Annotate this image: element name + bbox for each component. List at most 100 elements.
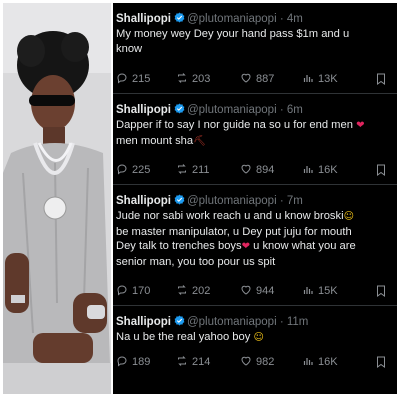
tweet-text: Jude nor sabi work reach u and u know br… [116, 209, 397, 269]
tweet-divider [113, 305, 397, 306]
author-name[interactable]: Shallipopi [116, 316, 171, 328]
tweet-header: Shallipopi @plutomaniapopi · 11m [116, 315, 308, 329]
tweet-line-text: Dapper if to say I nor guide na so u for… [116, 119, 357, 131]
reply-button[interactable]: 189 [116, 355, 150, 369]
repost-icon [178, 285, 186, 295]
handle-and-time[interactable]: @plutomaniapopi · 7m [187, 195, 303, 207]
tweet-line: Dey talk to trenches boys❤ u know what y… [116, 239, 397, 255]
repost-count: 202 [192, 285, 211, 297]
pick-emoji: ⛏ [193, 135, 206, 147]
tweet-line-text: u know what you are [250, 240, 356, 253]
tweet-actions: 215 203 887 13K [116, 72, 386, 86]
tweet-4[interactable]: Shallipopi @plutomaniapopi · 11m Na u be … [113, 315, 397, 385]
tweet-line: Jude nor sabi work reach u and u know br… [116, 209, 397, 225]
repost-count: 203 [192, 73, 211, 85]
tweet-2[interactable]: Shallipopi @plutomaniapopi · 6m Dapper if… [113, 103, 397, 183]
bookmark-icon [377, 73, 385, 85]
views-count: 15K [318, 285, 338, 297]
views-button[interactable]: 13K [302, 72, 338, 86]
handle-and-time[interactable]: @plutomaniapopi · 11m [187, 316, 308, 328]
tweet-line: be master manipulator, u Dey put juju fo… [116, 225, 352, 238]
verified-badge-icon [174, 103, 185, 114]
bookmark-icon [377, 356, 385, 368]
repost-button[interactable]: 214 [176, 355, 210, 369]
repost-icon [178, 356, 186, 366]
reply-count: 189 [132, 356, 151, 368]
like-icon [241, 164, 251, 174]
author-name[interactable]: Shallipopi [116, 195, 171, 207]
broken-heart-emoji: ❤ [241, 241, 250, 253]
views-button[interactable]: 16K [302, 355, 338, 369]
verified-badge-icon [174, 315, 185, 326]
like-icon [241, 356, 251, 366]
reply-button[interactable]: 225 [116, 163, 150, 177]
repost-button[interactable]: 202 [176, 284, 210, 298]
repost-icon [178, 73, 186, 83]
reply-icon [117, 73, 127, 84]
bookmark-button[interactable] [376, 163, 386, 181]
views-icon [303, 287, 313, 294]
views-icon [303, 75, 313, 82]
author-name[interactable]: Shallipopi [116, 13, 171, 25]
bookmark-button[interactable] [376, 355, 386, 373]
reply-count: 215 [132, 73, 151, 85]
reply-count: 225 [132, 164, 151, 176]
repost-button[interactable]: 203 [176, 72, 210, 86]
bookmark-icon [377, 285, 385, 297]
tweet-line: men mount sha⛏ [116, 134, 397, 150]
tweet-line-text: men mount sha [116, 134, 194, 147]
tweet-line-text: Dey talk to trenches boys [116, 240, 242, 253]
tweet-line: Na u be the real yahoo boy ☺ [116, 330, 397, 346]
reply-button[interactable]: 170 [116, 284, 150, 298]
artist-photo [3, 3, 111, 394]
laughing-emoji: ☺ [343, 211, 355, 222]
laughing-emoji: ☺ [253, 332, 264, 343]
tweet-line-text: Na u be the real yahoo boy [116, 331, 254, 343]
views-count: 16K [318, 356, 338, 368]
like-button[interactable]: 887 [240, 72, 274, 86]
repost-button[interactable]: 211 [176, 163, 210, 177]
views-button[interactable]: 16K [302, 163, 338, 177]
reply-button[interactable]: 215 [116, 72, 150, 86]
like-button[interactable]: 894 [240, 163, 274, 177]
like-button[interactable]: 944 [240, 284, 274, 298]
reply-icon [117, 285, 127, 296]
tweet-divider [113, 93, 397, 94]
like-count: 894 [256, 164, 275, 176]
views-count: 13K [318, 73, 338, 85]
tweet-feed: Shallipopi @plutomaniapopi · 4m My money … [113, 3, 397, 394]
tweet-text: Na u be the real yahoo boy ☺ [116, 330, 397, 346]
author-name[interactable]: Shallipopi [116, 104, 171, 116]
artist-photo-illustration [3, 3, 111, 394]
tweet-3[interactable]: Shallipopi @plutomaniapopi · 7m Jude nor … [113, 194, 397, 304]
bookmark-button[interactable] [376, 72, 386, 90]
verified-badge-icon [174, 12, 185, 23]
tweet-line: Dapper if to say I nor guide na so u for… [116, 118, 397, 134]
like-icon [241, 73, 251, 83]
views-button[interactable]: 15K [302, 284, 338, 298]
tweet-actions: 170 202 944 15K [116, 284, 386, 298]
tweet-line: senior man, you too pour us spit [116, 255, 276, 268]
tweet-header: Shallipopi @plutomaniapopi · 6m [116, 103, 303, 117]
tweet-line-text: Jude nor sabi work reach u and u know br… [116, 210, 344, 222]
tweet-actions: 225 211 894 16K [116, 163, 386, 177]
bookmark-icon [377, 164, 385, 176]
tweet-header: Shallipopi @plutomaniapopi · 4m [116, 12, 303, 26]
verified-badge-icon [174, 194, 185, 205]
tweet-text: Dapper if to say I nor guide na so u for… [116, 118, 397, 149]
broken-heart-emoji: ❤ [356, 120, 365, 131]
handle-and-time[interactable]: @plutomaniapopi · 4m [187, 13, 303, 25]
tweet-line: know [116, 42, 143, 55]
bookmark-button[interactable] [376, 284, 386, 302]
tweet-divider [113, 184, 397, 185]
like-count: 887 [256, 73, 275, 85]
tweet-1[interactable]: Shallipopi @plutomaniapopi · 4m My money … [113, 12, 397, 92]
like-button[interactable]: 982 [240, 355, 274, 369]
reply-icon [117, 164, 127, 175]
reply-icon [117, 356, 127, 367]
handle-and-time[interactable]: @plutomaniapopi · 6m [187, 104, 303, 116]
repost-count: 211 [192, 164, 210, 176]
tweet-line: My money wey Dey your hand pass $1m and … [116, 28, 350, 40]
tweet-text: My money wey Dey your hand pass $1m and … [116, 27, 397, 56]
tweet-header: Shallipopi @plutomaniapopi · 7m [116, 194, 303, 208]
